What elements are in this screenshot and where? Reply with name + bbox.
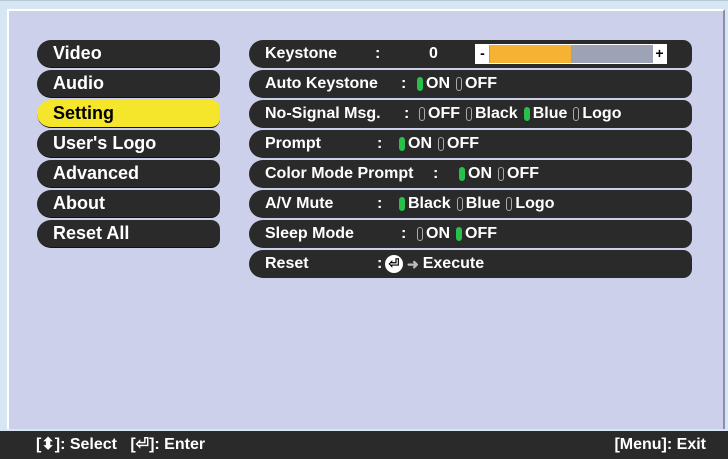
- settings-list: Keystone : 0 - + Auto Keystone : ON OFF …: [249, 40, 692, 280]
- colon: :: [375, 45, 381, 62]
- option-off[interactable]: OFF: [438, 130, 479, 158]
- menu-item-reset-all[interactable]: Reset All: [37, 220, 220, 248]
- setting-label: A/V Mute: [265, 195, 334, 212]
- setting-keystone[interactable]: Keystone : 0 - +: [249, 40, 692, 68]
- radio-selected-icon: [456, 227, 462, 241]
- menu-item-label: About: [53, 193, 105, 213]
- radio-selected-icon: [459, 167, 465, 181]
- radio-unselected-icon: [573, 107, 580, 121]
- menu-item-setting[interactable]: Setting: [37, 100, 220, 128]
- radio-selected-icon: [399, 137, 405, 151]
- radio-selected-icon: [417, 77, 423, 91]
- radio-unselected-icon: [438, 137, 444, 151]
- colon: :: [401, 75, 407, 92]
- colon: :: [401, 225, 407, 242]
- radio-selected-icon: [523, 107, 530, 121]
- option-on[interactable]: ON: [417, 220, 450, 248]
- setting-prompt[interactable]: Prompt : ON OFF: [249, 130, 692, 158]
- radio-unselected-icon: [456, 197, 463, 211]
- setting-reset[interactable]: Reset : ⏎ ➜ Execute: [249, 250, 692, 278]
- menu-item-about[interactable]: About: [37, 190, 220, 218]
- radio-unselected-icon: [456, 77, 462, 91]
- setting-label: Sleep Mode: [265, 225, 354, 242]
- option-on[interactable]: ON: [459, 160, 492, 188]
- option-group: ON OFF: [459, 160, 545, 188]
- radio-unselected-icon: [466, 107, 472, 121]
- menu-item-label: Advanced: [53, 163, 140, 183]
- keystone-value: 0: [429, 45, 438, 62]
- option-off[interactable]: OFF: [456, 70, 497, 98]
- setting-no-signal-msg[interactable]: No-Signal Msg. : OFF Black Blue Logo: [249, 100, 692, 128]
- option-blue[interactable]: Blue: [523, 100, 567, 128]
- radio-selected-icon: [399, 197, 405, 211]
- option-group: OFF Black Blue Logo: [419, 100, 627, 128]
- reset-action[interactable]: ⏎ ➜ Execute: [385, 250, 484, 278]
- setting-label: Keystone: [265, 45, 338, 62]
- radio-unselected-icon: [498, 167, 504, 181]
- colon: :: [404, 105, 410, 122]
- menu-item-users-logo[interactable]: User's Logo: [37, 130, 220, 158]
- option-group: ON OFF: [417, 70, 503, 98]
- setting-label: No-Signal Msg.: [265, 105, 381, 122]
- menu-item-video[interactable]: Video: [37, 40, 220, 68]
- execute-label: Execute: [422, 255, 485, 272]
- colon: :: [377, 135, 383, 152]
- menu-item-audio[interactable]: Audio: [37, 70, 220, 98]
- radio-unselected-icon: [419, 107, 425, 121]
- plus-icon[interactable]: +: [653, 45, 666, 63]
- option-blue[interactable]: Blue: [456, 190, 500, 218]
- colon: :: [377, 195, 383, 212]
- minus-icon[interactable]: -: [476, 45, 489, 63]
- option-logo[interactable]: Logo: [573, 100, 621, 128]
- option-group: ON OFF: [417, 220, 503, 248]
- radio-unselected-icon: [417, 227, 423, 241]
- option-off[interactable]: OFF: [498, 160, 539, 188]
- colon: :: [377, 255, 383, 272]
- exit-hint: [Menu]: Exit: [614, 436, 706, 453]
- option-group: Black Blue Logo: [399, 190, 560, 218]
- option-on[interactable]: ON: [417, 70, 450, 98]
- option-black[interactable]: Black: [466, 100, 518, 128]
- enter-icon: ⏎: [385, 255, 403, 273]
- setting-label: Auto Keystone: [265, 75, 378, 92]
- option-on[interactable]: ON: [399, 130, 432, 158]
- arrow-right-icon: ➜: [407, 256, 419, 272]
- menu-item-label: Reset All: [53, 223, 130, 243]
- setting-label: Prompt: [265, 135, 321, 152]
- option-off[interactable]: OFF: [419, 100, 460, 128]
- main-menu: Video Audio Setting User's Logo Advanced…: [37, 40, 220, 250]
- enter-hint: [⏎]: Enter: [130, 436, 206, 453]
- setting-av-mute[interactable]: A/V Mute : Black Blue Logo: [249, 190, 692, 218]
- radio-unselected-icon: [506, 197, 513, 211]
- setting-color-mode-prompt[interactable]: Color Mode Prompt : ON OFF: [249, 160, 692, 188]
- setting-label: Color Mode Prompt: [265, 165, 414, 182]
- select-hint: [⬍]: Select: [36, 436, 117, 453]
- option-black[interactable]: Black: [399, 190, 451, 218]
- keystone-slider[interactable]: - +: [475, 44, 667, 64]
- setting-sleep-mode[interactable]: Sleep Mode : ON OFF: [249, 220, 692, 248]
- menu-item-advanced[interactable]: Advanced: [37, 160, 220, 188]
- keystone-slider-fill: [490, 45, 571, 63]
- menu-item-label: Video: [53, 43, 102, 63]
- menu-item-label: User's Logo: [53, 133, 157, 153]
- option-off[interactable]: OFF: [456, 220, 497, 248]
- setting-label: Reset: [265, 255, 309, 272]
- setting-auto-keystone[interactable]: Auto Keystone : ON OFF: [249, 70, 692, 98]
- menu-item-label: Audio: [53, 73, 104, 93]
- option-group: ON OFF: [399, 130, 485, 158]
- menu-item-label: Setting: [53, 103, 114, 123]
- help-hints: [⬍]: Select [⏎]: Enter: [36, 431, 205, 459]
- help-bar: [⬍]: Select [⏎]: Enter [Menu]: Exit: [0, 431, 728, 459]
- option-logo[interactable]: Logo: [506, 190, 554, 218]
- colon: :: [433, 165, 439, 182]
